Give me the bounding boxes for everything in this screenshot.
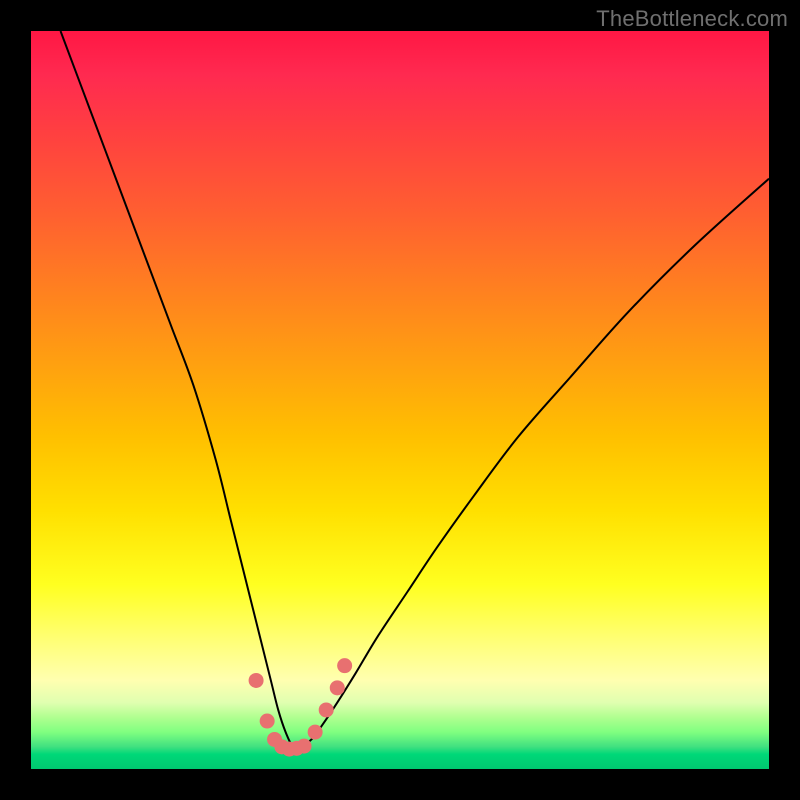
watermark-text: TheBottleneck.com bbox=[596, 6, 788, 32]
plot-area bbox=[31, 31, 769, 769]
bottleneck-curve bbox=[61, 31, 769, 748]
highlight-dots bbox=[249, 658, 353, 756]
chart-svg bbox=[31, 31, 769, 769]
